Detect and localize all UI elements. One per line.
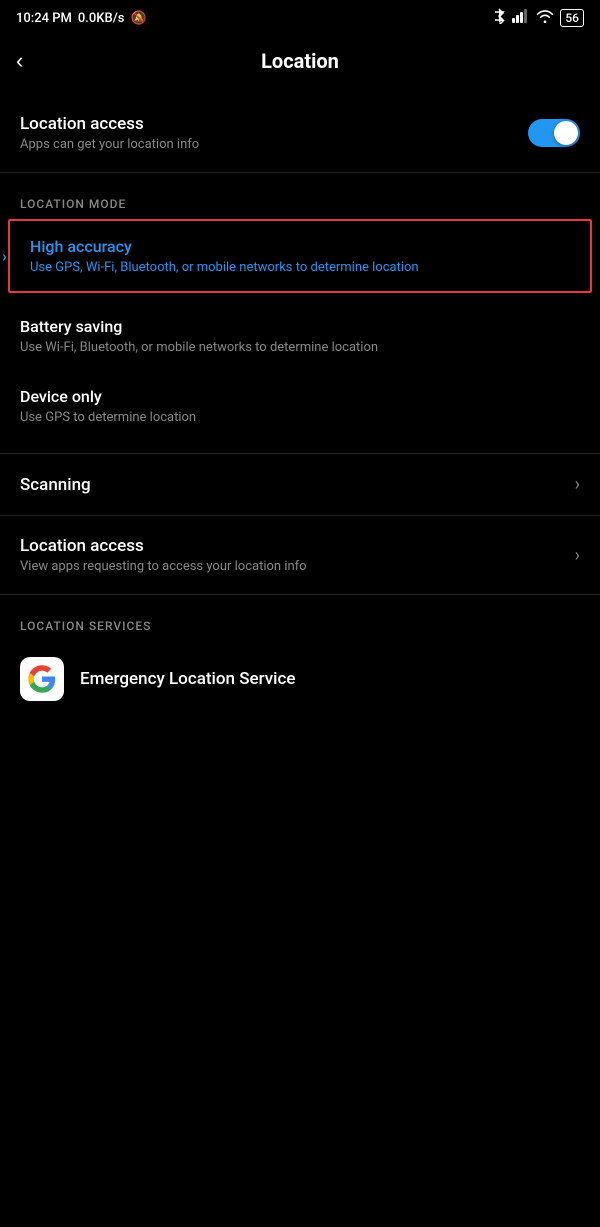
- emergency-location-label: Emergency Location Service: [80, 669, 296, 689]
- mode-device-only-title: Device only: [20, 387, 580, 406]
- google-icon: [20, 657, 64, 701]
- location-access-label: Location access: [20, 114, 199, 134]
- emergency-location-service[interactable]: Emergency Location Service: [0, 641, 600, 717]
- mode-device-only[interactable]: Device only Use GPS to determine locatio…: [0, 371, 600, 441]
- location-mode-section-header: LOCATION MODE: [0, 173, 600, 219]
- mode-battery-saving-title: Battery saving: [20, 317, 580, 336]
- mode-device-only-desc: Use GPS to determine location: [20, 410, 580, 425]
- scanning-label: Scanning: [20, 475, 91, 495]
- scanning-text: Scanning: [20, 475, 91, 495]
- wifi-icon: [536, 9, 554, 27]
- back-button[interactable]: ‹: [16, 44, 31, 78]
- scanning-menu-item[interactable]: Scanning ›: [0, 454, 600, 515]
- mode-high-accuracy[interactable]: › High accuracy Use GPS, Wi-Fi, Bluetoot…: [8, 219, 592, 293]
- bluetooth-icon: [492, 8, 506, 28]
- toggle-knob: [554, 121, 578, 145]
- network-speed: 0.0KB/s: [78, 11, 125, 26]
- selected-chevron: ›: [2, 247, 7, 266]
- signal-icon: [512, 9, 530, 27]
- location-access-apps-label: Location access: [20, 536, 307, 556]
- location-access-apps-sublabel: View apps requesting to access your loca…: [20, 559, 307, 574]
- location-access-row: Location access Apps can get your locati…: [0, 94, 600, 172]
- status-bar: 10:24 PM 0.0KB/s 🔕: [0, 0, 600, 32]
- page-header: ‹ Location: [0, 32, 600, 94]
- location-access-apps-item[interactable]: Location access View apps requesting to …: [0, 516, 600, 594]
- page-title: Location: [261, 49, 339, 73]
- location-access-apps-chevron: ›: [575, 545, 580, 566]
- status-right: 56: [492, 8, 584, 28]
- mode-battery-saving[interactable]: Battery saving Use Wi-Fi, Bluetooth, or …: [0, 301, 600, 371]
- location-access-sublabel: Apps can get your location info: [20, 137, 199, 152]
- location-access-apps-text: Location access View apps requesting to …: [20, 536, 307, 574]
- location-access-text: Location access Apps can get your locati…: [20, 114, 199, 152]
- time-display: 10:24 PM: [16, 11, 72, 26]
- location-access-toggle[interactable]: [528, 119, 580, 147]
- scanning-chevron: ›: [575, 474, 580, 495]
- location-services-section-header: LOCATION SERVICES: [0, 595, 600, 641]
- mode-high-accuracy-title: High accuracy: [30, 237, 570, 256]
- mode-battery-saving-desc: Use Wi-Fi, Bluetooth, or mobile networks…: [20, 340, 580, 355]
- mode-high-accuracy-desc: Use GPS, Wi-Fi, Bluetooth, or mobile net…: [30, 260, 570, 275]
- battery-indicator: 56: [560, 9, 584, 27]
- mute-icon: 🔕: [130, 11, 146, 26]
- status-left: 10:24 PM 0.0KB/s 🔕: [16, 11, 147, 26]
